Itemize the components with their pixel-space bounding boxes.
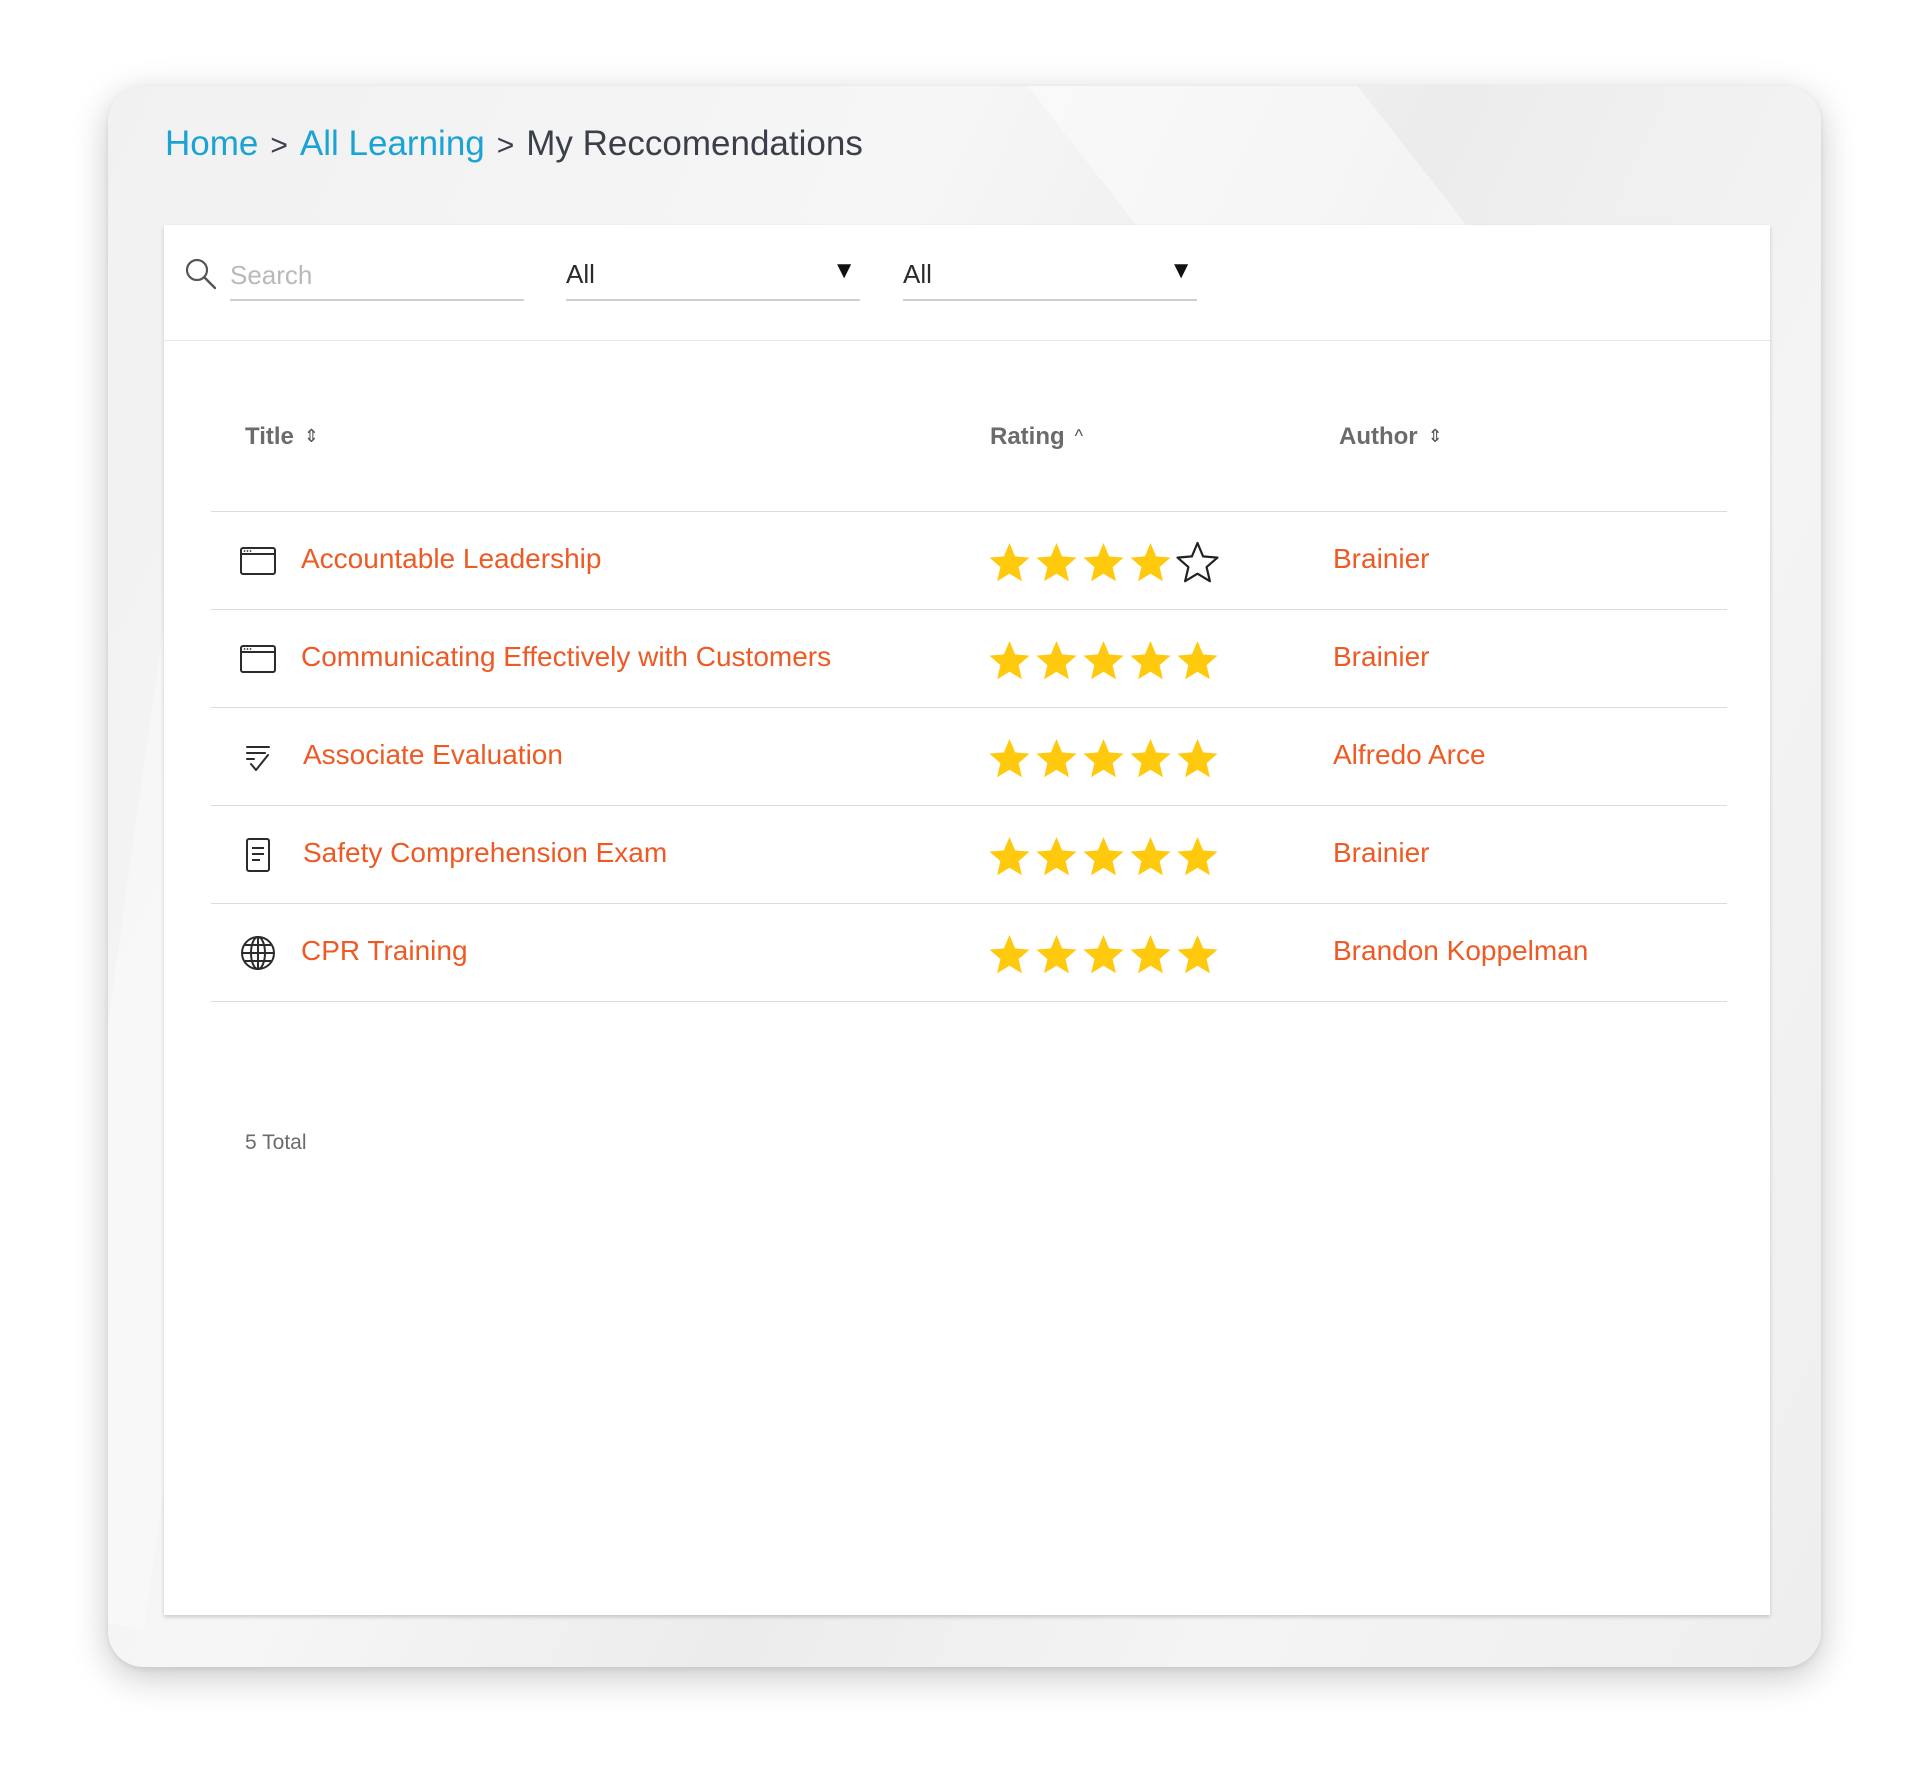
breadcrumb: Home > All Learning > My Reccomendations <box>165 120 863 170</box>
star-filled-icon <box>1130 739 1171 778</box>
sort-ascending-icon: ^ <box>1074 426 1084 446</box>
star-filled-icon <box>1083 935 1124 974</box>
star-filled-icon <box>1177 935 1218 974</box>
star-filled-icon <box>1036 543 1077 582</box>
course-title-link[interactable]: Communicating Effectively with Customers <box>301 641 831 673</box>
course-window-icon <box>240 547 276 575</box>
author-link[interactable]: Brainier <box>1333 837 1429 869</box>
column-header-title-label: Title <box>245 423 294 450</box>
author-link[interactable]: Alfredo Arce <box>1333 739 1486 771</box>
type-filter-select[interactable]: All ▼ <box>566 251 860 301</box>
star-filled-icon <box>989 837 1030 876</box>
type-filter-value: All <box>566 259 595 289</box>
star-filled-icon <box>989 739 1030 778</box>
author-link[interactable]: Brainier <box>1333 641 1429 673</box>
star-filled-icon <box>1130 935 1171 974</box>
app-frame: Home > All Learning > My Reccomendations All… <box>108 86 1821 1667</box>
breadcrumb-home-link[interactable]: Home <box>165 124 258 163</box>
star-rating <box>986 932 1221 976</box>
sort-both-icon: ⇕ <box>1427 426 1443 446</box>
breadcrumb-current-page: My Reccomendations <box>526 124 863 163</box>
total-count: 5 Total <box>245 1131 307 1154</box>
breadcrumb-all-learning-link[interactable]: All Learning <box>300 124 485 163</box>
star-filled-icon <box>1036 837 1077 876</box>
table-row[interactable]: Associate Evaluation Alfredo Arce <box>211 708 1727 806</box>
table-row[interactable]: CPR Training Brandon Koppelman <box>211 904 1727 1002</box>
course-window-icon <box>240 645 276 673</box>
evaluation-checklist-icon <box>246 746 270 771</box>
star-filled-icon <box>989 641 1030 680</box>
star-rating <box>986 736 1221 780</box>
content-panel: All ▼ All ▼ Title ⇕ Rating ^ Author ⇕ <box>164 225 1770 1615</box>
search-input[interactable] <box>230 251 524 301</box>
table-row[interactable]: Safety Comprehension Exam Brainier <box>211 806 1727 904</box>
star-filled-icon <box>1177 837 1218 876</box>
star-filled-icon <box>1083 739 1124 778</box>
star-filled-icon <box>1130 641 1171 680</box>
status-filter-select[interactable]: All ▼ <box>903 251 1197 301</box>
star-filled-icon <box>1130 837 1171 876</box>
column-header-title[interactable]: Title ⇕ <box>245 423 319 451</box>
star-filled-icon <box>1130 543 1171 582</box>
author-link[interactable]: Brandon Koppelman <box>1333 935 1588 967</box>
star-filled-icon <box>1177 739 1218 778</box>
globe-icon <box>241 936 275 970</box>
author-link[interactable]: Brainier <box>1333 543 1429 575</box>
exam-document-icon <box>246 838 270 872</box>
star-filled-icon <box>1036 935 1077 974</box>
table-row[interactable]: Communicating Effectively with Customers… <box>211 610 1727 708</box>
column-header-author-label: Author <box>1339 423 1418 450</box>
table-row[interactable]: Accountable Leadership Brainier <box>211 512 1727 610</box>
dropdown-caret-icon: ▼ <box>832 257 856 284</box>
breadcrumb-separator: > <box>496 129 515 162</box>
star-filled-icon <box>1036 739 1077 778</box>
column-header-rating-label: Rating <box>990 423 1065 450</box>
dropdown-caret-icon: ▼ <box>1169 257 1193 284</box>
star-filled-icon <box>989 935 1030 974</box>
course-title-link[interactable]: Accountable Leadership <box>301 543 601 575</box>
sort-both-icon: ⇕ <box>303 426 319 446</box>
star-rating <box>986 638 1221 682</box>
course-title-link[interactable]: CPR Training <box>301 935 468 967</box>
star-empty-icon <box>1176 541 1219 583</box>
column-header-author[interactable]: Author ⇕ <box>1339 423 1443 451</box>
star-filled-icon <box>1036 641 1077 680</box>
star-filled-icon <box>1083 543 1124 582</box>
search-icon <box>185 258 217 290</box>
recommendations-table: Title ⇕ Rating ^ Author ⇕ Accountable Leade… <box>211 365 1727 1154</box>
star-rating <box>986 540 1221 584</box>
star-rating <box>986 834 1221 878</box>
table-header: Title ⇕ Rating ^ Author ⇕ <box>211 365 1727 512</box>
column-header-rating[interactable]: Rating ^ <box>990 423 1083 451</box>
star-filled-icon <box>1083 641 1124 680</box>
breadcrumb-separator: > <box>270 129 288 162</box>
star-filled-icon <box>989 543 1030 582</box>
course-title-link[interactable]: Associate Evaluation <box>303 739 563 771</box>
star-filled-icon <box>1083 837 1124 876</box>
course-title-link[interactable]: Safety Comprehension Exam <box>303 837 667 869</box>
filter-bar: All ▼ All ▼ <box>164 225 1770 341</box>
star-filled-icon <box>1177 641 1218 680</box>
status-filter-value: All <box>903 259 932 289</box>
